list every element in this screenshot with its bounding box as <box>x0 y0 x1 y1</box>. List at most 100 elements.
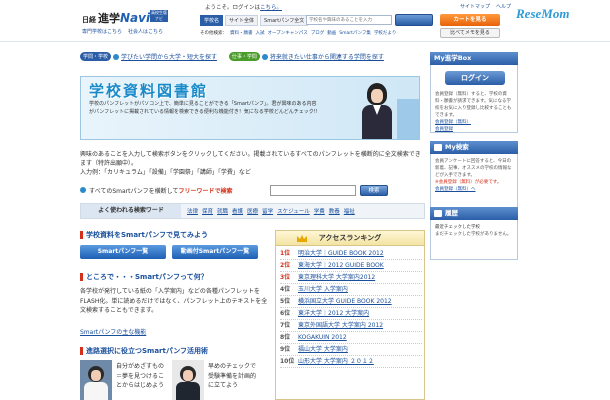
other-link-smart[interactable]: Smartパンフ集 <box>339 31 371 36</box>
tab-smart-pamph[interactable]: Smartパンフ全文 <box>260 15 309 26</box>
ranking-row[interactable]: 7位 東京外国語大学 大学案内 2012 <box>280 320 422 332</box>
resemom-watermark: ReseMom <box>516 6 570 21</box>
keyword-link[interactable]: 看護 <box>232 207 243 215</box>
nav-pill-study: 学問・学校 <box>80 52 112 61</box>
login-text: 会員登録（無料）すると、学校の資料・願書が請求できます。気になる学校をお気に入り… <box>435 91 515 133</box>
library-banner: 学校資料図書館 学校のパンフレットがパソコン上で、簡単に見ることができる「Sma… <box>80 76 420 140</box>
section-smart-view: 学校資料をSmartパンフで見てみよう <box>80 230 208 240</box>
history-text: 最近チェックした学校 まだチェックした学校がありません。 <box>435 225 512 237</box>
freeword-label: すべてのSmartパンフを横断してフリーワードで検索 <box>89 188 233 195</box>
banner-text: 学校のパンフレットがパソコン上で、簡単に見ることができる「Smartパンフ」。君… <box>89 101 318 115</box>
nav-pill-job: 仕事・学問 <box>228 52 260 61</box>
mysearch-register-link[interactable]: 会員登録（無料）へ <box>435 186 515 193</box>
bookshelf-image <box>397 99 419 139</box>
popular-keywords: よく使われる検索ワード 法律 保育 就職 看護 医療 留学 スケジュール 学費 … <box>80 203 425 219</box>
nav-link-study[interactable]: 学びたい学問から大学・短大を探す <box>121 54 217 61</box>
cart-button[interactable]: カートを見る <box>440 14 500 26</box>
other-link-blog[interactable]: ブログ <box>311 31 325 36</box>
arrow-icon <box>261 53 268 60</box>
section-usage-tips: 進路選択に役立つSmartパンフ活用術 <box>80 346 208 356</box>
other-link-news[interactable]: 学校だより <box>374 31 396 36</box>
section-marker <box>80 273 83 281</box>
keyword-link[interactable]: 教養 <box>329 207 340 215</box>
help-link[interactable]: ヘルプ <box>496 3 511 10</box>
keyword-link[interactable]: 法律 <box>187 207 198 215</box>
mybox-header: My進学Box <box>430 52 518 65</box>
login-link[interactable]: こちら。 <box>260 5 282 11</box>
ranking-row[interactable]: 3位 東京理科大学 大学案内2012 <box>280 272 422 284</box>
logo-navi: Navi <box>120 11 151 25</box>
freeword-input[interactable] <box>270 185 356 196</box>
logo-sub-links: 専門学校はこちら 社会人はこちら <box>82 28 169 35</box>
right-sidebar: My進学Box ログイン 会員登録（無料）すると、学校の資料・願書が請求できます… <box>430 52 518 400</box>
logo-nikkei: 日経 <box>82 16 96 24</box>
smart-features-link[interactable]: Smartパンフの主な機能 <box>80 327 146 336</box>
search-icon <box>434 143 442 151</box>
access-ranking: アクセスランキング 1位 明治大学｜GUIDE BOOK 2012 2位 東海大学｜… <box>275 230 425 400</box>
tip-text-2: 早めのチェックで受験準備を計画的に立てよう <box>208 363 257 389</box>
ranking-row[interactable]: 6位 東洋大学｜2012 大学案内 <box>280 308 422 320</box>
register-link[interactable]: 会員登録（無料） <box>435 119 515 126</box>
mysearch-text: 会員アンケートに回答すると、今日の新着、記事、オススメの学校の情報などが入手でき… <box>435 158 515 193</box>
ranking-row[interactable]: 1位 明治大学｜GUIDE BOOK 2012 <box>280 248 422 260</box>
login-button[interactable]: ログイン <box>445 71 505 85</box>
smart-description: 各学校が発行している紙の「入学案内」などの各種パンフレットをFLASH化。単に読… <box>80 288 268 314</box>
freeword-search-button[interactable]: 検索 <box>360 185 388 196</box>
register-link-2[interactable]: 会員登録 <box>435 126 515 133</box>
keyword-link[interactable]: 保育 <box>202 207 213 215</box>
tip-photo-2[interactable] <box>172 360 204 400</box>
tab-school-name[interactable]: 学校名 <box>200 15 224 26</box>
student-photo <box>359 79 395 139</box>
search-input[interactable] <box>306 15 392 25</box>
section-marker <box>80 231 83 239</box>
keywords-label: よく使われる検索ワード <box>81 204 181 218</box>
history-header: 履歴 <box>430 207 518 220</box>
ranking-row[interactable]: 4位 玉川大学 入学案内 <box>280 284 422 296</box>
other-link-exam[interactable]: 入試 <box>256 31 265 36</box>
ranking-row[interactable]: 9位 福山大学 大学案内 <box>280 344 422 356</box>
keywords-list: 法律 保育 就職 看護 医療 留学 スケジュール 学費 教養 福祉 <box>187 207 355 215</box>
nav-link-job[interactable]: 将来就きたい仕事から関連する学問を探す <box>270 54 384 61</box>
other-link-docs[interactable]: 資料・願書 <box>230 31 253 36</box>
other-search-links: その他検索： 資料・願書 入試 オープンキャンパス ブログ 動画 Smartパンフ集 学校だよ… <box>200 31 397 36</box>
intro-text: 興味のあることを入力して検索ボタンをクリックしてください。掲載されているすべての… <box>80 151 421 176</box>
compare-button[interactable]: 比べてメモを見る <box>440 28 500 38</box>
crown-icon <box>297 235 307 242</box>
logo-shingaku: 進学 <box>98 12 120 25</box>
welcome-text: ようこそ。ログインはこちら。 <box>205 5 283 11</box>
keyword-link[interactable]: 留学 <box>262 207 273 215</box>
keyword-link[interactable]: 学費 <box>314 207 325 215</box>
ranking-row[interactable]: 10位 山形大学 大学案内 ２０１２ <box>280 356 422 368</box>
other-link-video[interactable]: 動画 <box>327 31 336 36</box>
history-icon <box>434 209 442 217</box>
tip-photo-1[interactable] <box>80 360 112 400</box>
keyword-link[interactable]: スケジュール <box>277 207 310 215</box>
top-links: サイトマップ ヘルプ <box>460 3 511 10</box>
video-smart-pamph-list-button[interactable]: 動画付Smartパンフ一覧 <box>172 245 258 259</box>
search-tabs: 学校名 サイト全体 Smartパンフ全文 <box>200 15 309 26</box>
section-marker <box>80 347 83 355</box>
login-box: ログイン 会員登録（無料）すると、学校の資料・願書が請求できます。気になる学校を… <box>430 65 518 133</box>
ranking-row[interactable]: 8位 KOGAKUIN 2012 <box>280 332 422 344</box>
link-adult[interactable]: 社会人はこちら <box>128 29 163 35</box>
ranking-row[interactable]: 5位 横浜国立大学 GUIDE BOOK 2012 <box>280 296 422 308</box>
keyword-link[interactable]: 就職 <box>217 207 228 215</box>
tab-site-all[interactable]: サイト全体 <box>225 15 259 26</box>
arrow-icon <box>113 53 120 60</box>
keyword-link[interactable]: 福祉 <box>344 207 355 215</box>
ranking-row[interactable]: 2位 東海大学｜2012 GUIDE BOOK <box>280 260 422 272</box>
arrow-icon <box>80 187 86 193</box>
smart-pamph-list-button[interactable]: Smartパンフ一覧 <box>80 245 166 259</box>
nav-row: 学問・学校 学びたい学問から大学・短大を探す 仕事・学問 将来就きたい仕事から関連す… <box>80 52 422 64</box>
history-box: 最近チェックした学校 まだチェックした学校がありません。 <box>430 220 518 260</box>
keyword-link[interactable]: 医療 <box>247 207 258 215</box>
other-link-open-campus[interactable]: オープンキャンパス <box>268 31 308 36</box>
logo-badge: 高校生版ナビ <box>150 10 168 22</box>
banner-title: 学校資料図書館 <box>89 82 209 100</box>
mysearch-header: My検索 <box>430 141 518 154</box>
link-vocational[interactable]: 専門学校はこちら <box>82 29 122 35</box>
freeword-search-row: すべてのSmartパンフを横断してフリーワードで検索 検索 <box>80 185 425 197</box>
site-logo[interactable]: 日経 進学Navi <box>82 10 150 26</box>
search-button[interactable] <box>395 14 433 26</box>
sitemap-link[interactable]: サイトマップ <box>460 3 490 10</box>
